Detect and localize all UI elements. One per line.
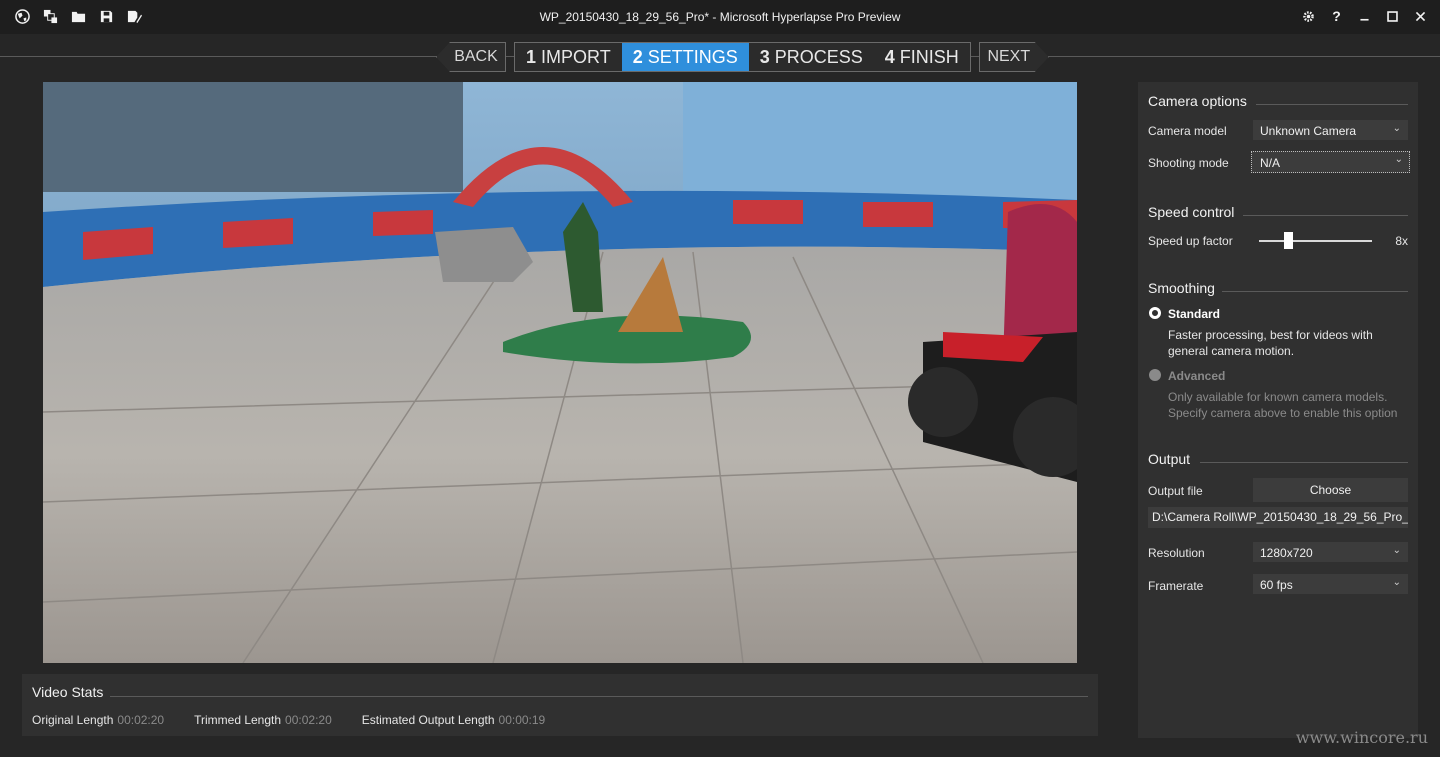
video-preview[interactable] [43,82,1077,663]
stat-value: 00:00:19 [498,713,546,727]
stat-estimated-output-length: Estimated Output Length 00:00:19 [362,713,545,727]
shooting-mode-value: N/A [1260,156,1281,170]
advanced-radio[interactable] [1149,369,1161,381]
shooting-mode-label: Shooting mode [1148,156,1229,170]
stat-original-length: Original Length 00:02:20 [32,713,164,727]
title-bar: WP_20150430_18_29_56_Pro* - Microsoft Hy… [0,0,1440,34]
stat-label: Estimated Output Length [361,713,495,727]
divider [1256,104,1408,105]
camera-model-value: Unknown Camera [1260,124,1357,138]
close-icon[interactable] [1413,7,1428,25]
resolution-value: 1280x720 [1260,546,1313,560]
framerate-select[interactable]: 60 fps ⌄ [1253,574,1408,594]
step-number: 4 [884,46,895,67]
speed-slider-track[interactable] [1259,240,1372,242]
shooting-mode-select[interactable]: N/A ⌄ [1251,151,1410,173]
step-number: 1 [526,46,537,67]
output-title: Output [1148,451,1191,467]
settings-panel: Camera options Camera model Unknown Came… [1138,82,1418,738]
camera-model-select[interactable]: Unknown Camera ⌄ [1253,120,1408,140]
window-title: WP_20150430_18_29_56_Pro* - Microsoft Hy… [539,10,901,24]
window-controls: ? [1301,7,1428,25]
camera-model-label: Camera model [1148,124,1227,138]
help-icon[interactable]: ? [1329,7,1344,25]
chevron-down-icon: ⌄ [1394,154,1403,165]
video-frame [43,82,1077,663]
resolution-select[interactable]: 1280x720 ⌄ [1253,542,1408,562]
divider [1200,462,1408,463]
framerate-label: Framerate [1148,579,1204,593]
divider [1222,291,1408,292]
next-button[interactable]: NEXT [979,42,1049,72]
step-process[interactable]: 3 PROCESS [748,42,874,72]
speed-slider-thumb[interactable] [1284,232,1293,249]
video-stats-row: Original Length 00:02:20 Trimmed Length 00… [32,713,575,727]
choose-button[interactable]: Choose [1253,478,1408,502]
video-stats-title: Video Stats [32,684,104,700]
step-label: FINISH [899,46,959,67]
stat-trimmed-length: Trimmed Length 00:02:20 [194,713,332,727]
speed-control-title: Speed control [1148,204,1235,220]
smoothing-title: Smoothing [1148,280,1215,296]
step-number: 3 [759,46,770,67]
divider [110,696,1088,697]
advanced-label[interactable]: Advanced [1168,369,1225,383]
step-finish[interactable]: 4 FINISH [873,42,971,72]
video-stats-panel: Video Stats Original Length 00:02:20 Trim… [22,674,1098,736]
back-button[interactable]: BACK [436,42,506,72]
watermark: www.wincore.ru [1295,728,1428,747]
step-label: SETTINGS [647,46,738,67]
step-label: PROCESS [774,46,863,67]
output-file-label: Output file [1148,484,1203,498]
divider [1243,215,1408,216]
speed-factor-label: Speed up factor [1148,234,1233,248]
stat-value: 00:02:20 [285,713,332,727]
maximize-icon[interactable] [1385,7,1400,25]
settings-gear-icon[interactable] [1301,7,1316,25]
framerate-value: 60 fps [1260,578,1293,592]
standard-label[interactable]: Standard [1168,307,1220,321]
chevron-down-icon: ⌄ [1392,123,1401,134]
camera-options-title: Camera options [1148,93,1247,109]
chevron-down-icon: ⌄ [1392,577,1401,588]
chevron-down-icon: ⌄ [1392,545,1401,556]
standard-description: Faster processing, best for videos with … [1168,328,1373,358]
wizard-nav: BACK 1 IMPORT 2 SETTINGS 3 PROCESS 4 FINISH … [436,42,1049,72]
output-path-field[interactable]: D:\Camera Roll\WP_20150430_18_29_56_Pro_… [1148,507,1408,528]
step-label: IMPORT [541,46,611,67]
minimize-icon[interactable] [1357,7,1372,25]
stat-label: Trimmed Length [194,713,282,727]
resolution-label: Resolution [1148,546,1205,560]
advanced-description: Only available for known camera models. … [1168,390,1398,420]
step-number: 2 [632,46,643,67]
stat-value: 00:02:20 [117,713,165,727]
standard-radio[interactable] [1149,307,1161,319]
stat-label: Original Length [32,713,114,727]
step-import[interactable]: 1 IMPORT [514,42,622,72]
step-settings[interactable]: 2 SETTINGS [621,42,749,72]
speed-factor-value: 8x [1395,234,1408,248]
